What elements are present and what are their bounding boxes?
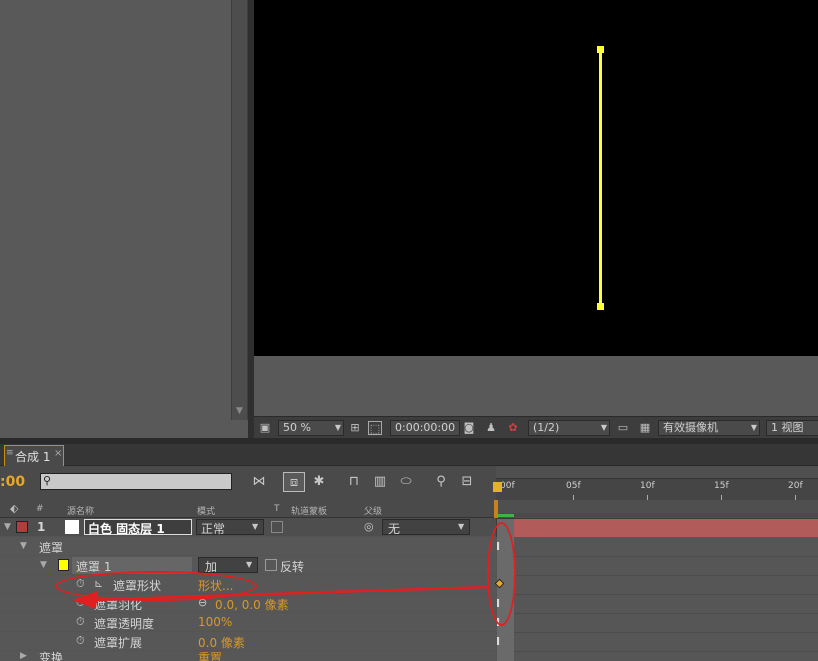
annotation-arrow-icon (72, 585, 491, 609)
